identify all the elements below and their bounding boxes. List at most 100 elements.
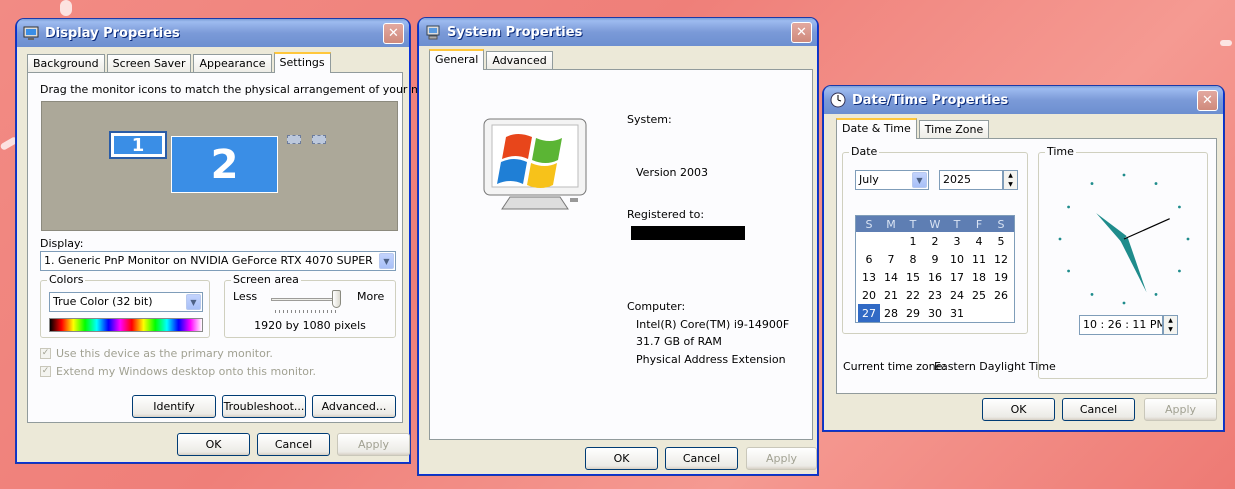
calendar-day[interactable]: 15 xyxy=(902,268,924,286)
datetime-body: Date & Time Time Zone Date July ▼ 2025 ▲… xyxy=(828,114,1219,426)
year-value: 2025 xyxy=(943,173,971,186)
close-button[interactable]: ✕ xyxy=(383,23,404,44)
close-button[interactable]: ✕ xyxy=(1197,90,1218,111)
datetime-tabs: Date & Time Time Zone xyxy=(836,118,991,139)
chevron-down-icon[interactable]: ▼ xyxy=(1004,180,1017,189)
tab-advanced[interactable]: Advanced xyxy=(486,51,553,70)
cancel-button[interactable]: Cancel xyxy=(257,433,330,456)
calendar-day[interactable]: 10 xyxy=(946,250,968,268)
chevron-up-icon[interactable]: ▲ xyxy=(1004,171,1017,180)
apply-button[interactable]: Apply xyxy=(746,447,817,470)
instruction-text: Drag the monitor icons to match the phys… xyxy=(40,83,464,96)
monitor-placeholder[interactable] xyxy=(287,135,301,144)
monitor-1[interactable]: 1 xyxy=(109,131,167,159)
calendar-day[interactable]: 18 xyxy=(968,268,990,286)
ok-button[interactable]: OK xyxy=(982,398,1055,421)
calendar-days: 1 2 3 4 5 6 7 8 9 10 11 12 13 14 15 16 17 18 19 20 21 22 23 24 2… xyxy=(856,232,1014,322)
less-label: Less xyxy=(233,290,258,303)
calendar-day[interactable]: 8 xyxy=(902,250,924,268)
extend-desktop-checkbox[interactable]: ✓ Extend my Windows desktop onto this mo… xyxy=(40,365,316,378)
version-text: Version 2003 xyxy=(636,166,708,179)
monitor-placeholder[interactable] xyxy=(312,135,326,144)
advanced-button[interactable]: Advanced... xyxy=(312,395,396,418)
monitor-2[interactable]: 2 xyxy=(171,136,278,193)
calendar-day[interactable]: 7 xyxy=(880,250,902,268)
registered-label: Registered to: xyxy=(627,208,705,221)
tab-appearance[interactable]: Appearance xyxy=(193,54,272,73)
tab-general[interactable]: General xyxy=(429,49,485,70)
apply-button[interactable]: Apply xyxy=(337,433,410,456)
tab-settings[interactable]: Settings xyxy=(273,52,331,73)
timezone-value: Eastern Daylight Time xyxy=(934,360,1056,373)
chevron-down-icon[interactable]: ▼ xyxy=(912,172,927,188)
calendar-day[interactable]: 26 xyxy=(990,286,1012,304)
primary-monitor-checkbox[interactable]: ✓ Use this device as the primary monitor… xyxy=(40,347,273,360)
calendar-day[interactable]: 20 xyxy=(858,286,880,304)
calendar-day[interactable]: 11 xyxy=(968,250,990,268)
calendar-day[interactable]: 3 xyxy=(946,232,968,250)
colors-select[interactable]: True Color (32 bit) ▼ xyxy=(49,292,203,312)
calendar-day[interactable]: 5 xyxy=(990,232,1012,250)
tab-date-time[interactable]: Date & Time xyxy=(836,118,917,139)
chevron-down-icon[interactable]: ▼ xyxy=(1164,325,1177,334)
display-titlebar[interactable]: Display Properties ✕ xyxy=(17,19,409,47)
monitor-arrangement[interactable]: 1 2 xyxy=(41,101,398,231)
close-button[interactable]: ✕ xyxy=(791,22,812,43)
calendar-empty xyxy=(858,232,880,250)
time-stepper[interactable]: ▲ ▼ xyxy=(1163,315,1178,335)
general-panel: System: Version 2003 Registered to: Comp… xyxy=(429,69,813,440)
calendar-day[interactable]: 25 xyxy=(968,286,990,304)
weekday-header: W xyxy=(929,217,941,231)
identify-button[interactable]: Identify xyxy=(132,395,216,418)
chevron-up-icon[interactable]: ▲ xyxy=(1164,316,1177,325)
year-stepper[interactable]: ▲ ▼ xyxy=(1003,170,1018,190)
tab-time-zone[interactable]: Time Zone xyxy=(918,120,990,139)
calendar-day[interactable]: 27 xyxy=(858,304,880,322)
month-select[interactable]: July ▼ xyxy=(855,170,929,190)
tab-screen-saver[interactable]: Screen Saver xyxy=(106,54,192,73)
calendar-day[interactable]: 19 xyxy=(990,268,1012,286)
calendar-day[interactable]: 12 xyxy=(990,250,1012,268)
system-label: System: xyxy=(627,113,672,126)
ok-button[interactable]: OK xyxy=(585,447,658,470)
calendar-day[interactable]: 13 xyxy=(858,268,880,286)
resolution-slider-track[interactable] xyxy=(271,298,341,301)
calendar-day[interactable]: 28 xyxy=(880,304,902,322)
calendar-day[interactable]: 16 xyxy=(924,268,946,286)
tab-background[interactable]: Background xyxy=(27,54,105,73)
clock-icon xyxy=(830,92,846,108)
calendar-day[interactable]: 31 xyxy=(946,304,968,322)
display-select[interactable]: 1. Generic PnP Monitor on NVIDIA GeForce… xyxy=(40,251,396,271)
clock-tick xyxy=(1178,205,1181,209)
weekday-header: S xyxy=(997,217,1005,231)
display-select-value: 1. Generic PnP Monitor on NVIDIA GeForce… xyxy=(44,254,373,267)
year-field[interactable]: 2025 xyxy=(939,170,1003,190)
resolution-slider-thumb[interactable] xyxy=(332,290,342,308)
calendar-day[interactable]: 23 xyxy=(924,286,946,304)
time-field[interactable]: 10 : 26 : 11 PM xyxy=(1079,315,1163,335)
ok-button[interactable]: OK xyxy=(177,433,250,456)
calendar-day[interactable]: 2 xyxy=(924,232,946,250)
calendar-day[interactable]: 30 xyxy=(924,304,946,322)
calendar-day[interactable]: 14 xyxy=(880,268,902,286)
datetime-titlebar[interactable]: Date/Time Properties ✕ xyxy=(824,86,1223,114)
calendar-day[interactable]: 9 xyxy=(924,250,946,268)
calendar-day[interactable]: 17 xyxy=(946,268,968,286)
minute-hand xyxy=(1120,237,1147,293)
display-icon xyxy=(23,25,39,41)
calendar-day[interactable]: 6 xyxy=(858,250,880,268)
calendar-day[interactable]: 21 xyxy=(880,286,902,304)
apply-button[interactable]: Apply xyxy=(1144,398,1217,421)
calendar-day[interactable]: 4 xyxy=(968,232,990,250)
troubleshoot-button[interactable]: Troubleshoot... xyxy=(222,395,306,418)
calendar-day[interactable]: 22 xyxy=(902,286,924,304)
calendar-day[interactable]: 24 xyxy=(946,286,968,304)
chevron-down-icon[interactable]: ▼ xyxy=(379,253,394,269)
weekday-header: T xyxy=(953,217,961,231)
calendar-day[interactable]: 1 xyxy=(902,232,924,250)
cancel-button[interactable]: Cancel xyxy=(665,447,738,470)
chevron-down-icon[interactable]: ▼ xyxy=(186,294,201,310)
system-titlebar[interactable]: System Properties ✕ xyxy=(419,18,817,46)
calendar-day[interactable]: 29 xyxy=(902,304,924,322)
cancel-button[interactable]: Cancel xyxy=(1062,398,1135,421)
